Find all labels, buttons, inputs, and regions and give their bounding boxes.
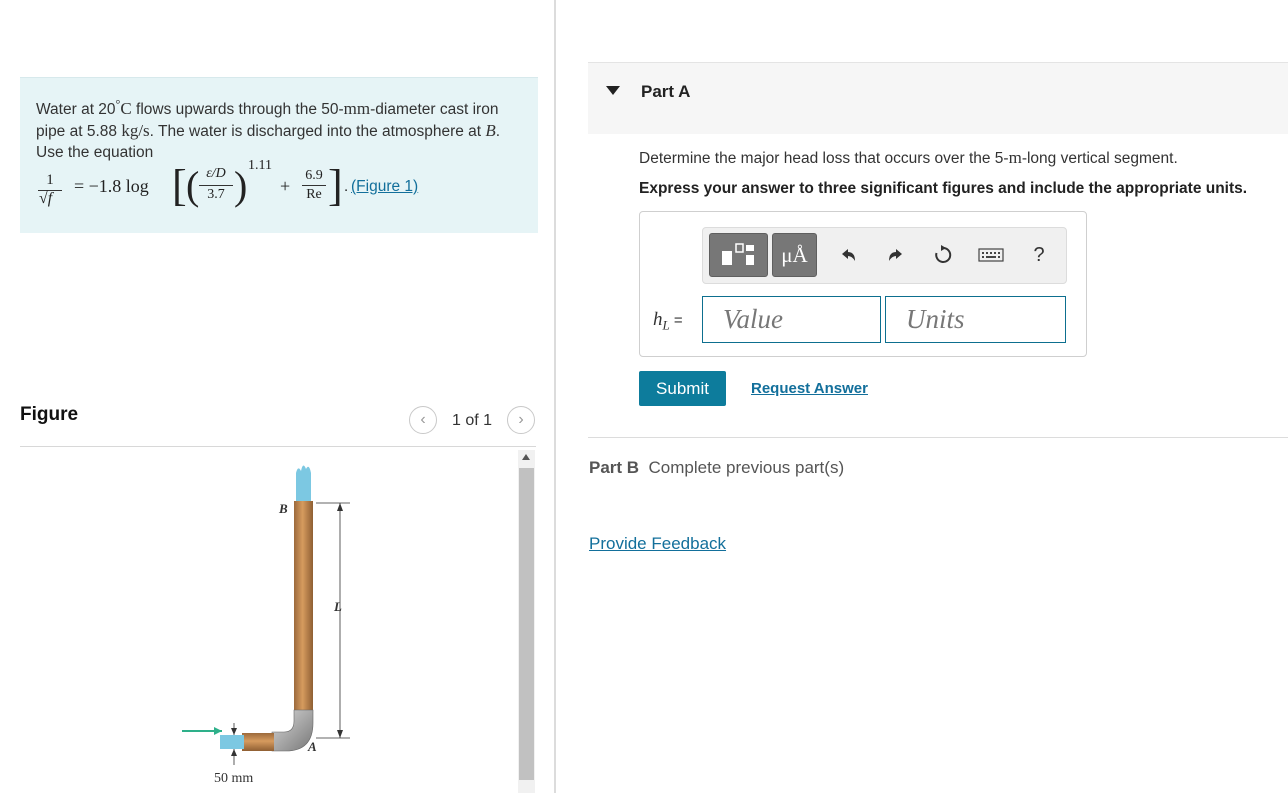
help-icon: ? xyxy=(1033,243,1045,266)
keyboard-button[interactable] xyxy=(976,233,1006,277)
part-a-header[interactable] xyxy=(588,62,1288,134)
part-b-row: Part B Complete previous part(s) xyxy=(589,458,844,478)
redo-icon xyxy=(889,249,902,261)
label-diameter: 50 mm xyxy=(214,771,253,786)
templates-icon xyxy=(721,243,754,265)
caret-down-icon[interactable] xyxy=(606,86,620,95)
eq-right-paren: ) xyxy=(234,163,248,208)
next-figure-button[interactable]: › xyxy=(507,406,535,434)
templates-button[interactable] xyxy=(709,233,768,277)
eq-bar2 xyxy=(302,185,326,186)
figure-divider xyxy=(20,446,536,447)
provide-feedback-link[interactable]: Provide Feedback xyxy=(589,534,726,554)
chevron-right-icon: › xyxy=(518,411,524,428)
part-b-status: Complete previous part(s) xyxy=(648,458,845,477)
eq-right-bracket: ] xyxy=(328,161,343,210)
label-b: B xyxy=(278,501,288,516)
units-label: μÅ xyxy=(781,242,808,267)
part-a-title[interactable]: Part A xyxy=(641,82,690,102)
answer-variable-label: hL = xyxy=(653,309,683,333)
friction-factor-equation: 1 √f = −1.8 log [ ( ε/D 3.7 ) 1.11 + 6.9… xyxy=(36,158,536,216)
flow-arrowhead xyxy=(214,727,222,735)
request-answer-link[interactable]: Request Answer xyxy=(751,380,868,397)
figure-counter: 1 of 1 xyxy=(452,412,493,429)
submit-button[interactable]: Submit xyxy=(639,371,726,406)
eq-denominator: √f xyxy=(39,190,53,207)
eq-eps-denominator: 3.7 xyxy=(207,187,225,202)
eq-rhs: = −1.8 log xyxy=(74,176,149,196)
eq-exponent: 1.11 xyxy=(248,158,272,173)
part-b-title: Part B xyxy=(589,458,640,477)
figure-1-link[interactable]: (Figure 1) xyxy=(351,178,418,196)
eq-numerator: 1 xyxy=(46,172,54,188)
problem-text: Water at 20°C flows upwards through the … xyxy=(36,97,501,162)
value-input[interactable]: Value xyxy=(702,296,881,343)
column-divider xyxy=(554,0,556,793)
chevron-left-icon: ‹ xyxy=(420,411,426,428)
eq-left-bracket: [ xyxy=(172,161,187,210)
pipe-elbow xyxy=(271,709,314,752)
units-button[interactable]: μÅ xyxy=(772,233,817,277)
figure-scrollbar[interactable] xyxy=(518,450,535,793)
eq-num2: 6.9 xyxy=(305,168,323,183)
units-input[interactable]: Units xyxy=(885,296,1066,343)
reset-button[interactable] xyxy=(929,233,957,277)
previous-figure-button[interactable]: ‹ xyxy=(409,406,437,434)
eq-plus: + xyxy=(280,176,291,196)
undo-icon xyxy=(842,249,855,261)
eq-period: . xyxy=(344,178,349,195)
eq-eps-numerator: ε/D xyxy=(206,166,226,181)
pipe-figure: B L A 50 mm xyxy=(182,465,350,786)
keyboard-icon xyxy=(978,248,1004,262)
part-b-divider xyxy=(588,437,1288,438)
figure-title: Figure xyxy=(20,404,79,425)
inlet-water xyxy=(220,735,244,749)
water-jet xyxy=(296,465,311,503)
horizontal-pipe xyxy=(242,733,274,751)
eq-eps-bar xyxy=(199,185,233,186)
help-button[interactable]: ? xyxy=(1028,233,1050,277)
eq-den2: Re xyxy=(306,187,322,202)
scrollbar-thumb[interactable] xyxy=(519,468,534,780)
label-a: A xyxy=(307,739,317,754)
label-l: L xyxy=(333,599,342,614)
undo-button[interactable] xyxy=(834,233,860,277)
part-a-instruction: Express your answer to three significant… xyxy=(639,180,1248,197)
reset-icon xyxy=(935,245,952,263)
redo-button[interactable] xyxy=(884,233,910,277)
scroll-up-icon[interactable] xyxy=(522,454,530,460)
vertical-pipe xyxy=(294,501,313,715)
part-a-question: Determine the major head loss that occur… xyxy=(639,148,1178,167)
